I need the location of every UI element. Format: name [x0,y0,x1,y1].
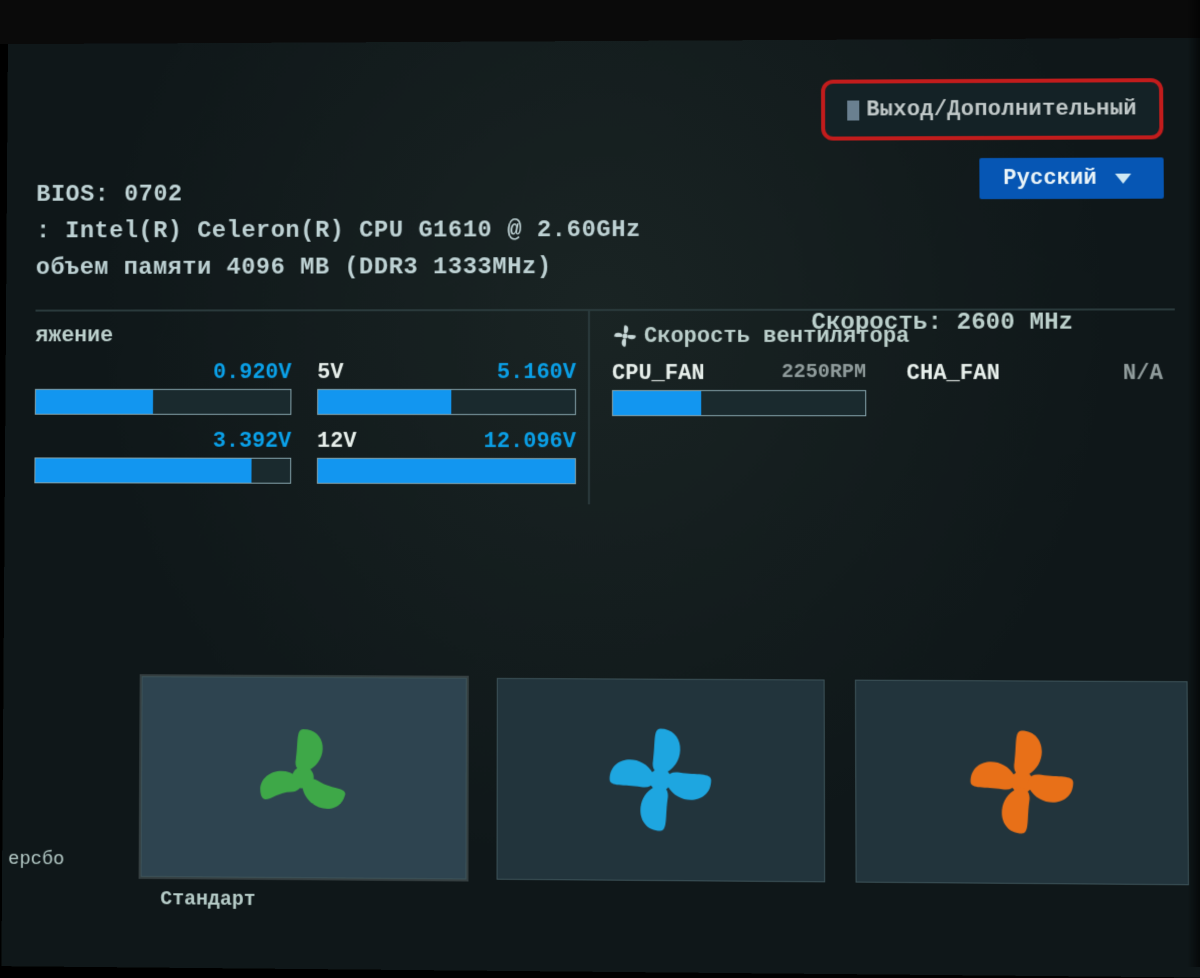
voltage-title: яжение [35,323,576,348]
fan-mode-active-label: Стандарт [160,888,256,912]
exit-button-label: Выход/Дополнительный [866,96,1137,122]
fan-meter: CHA_FAN N/A [906,361,1163,417]
fan-meter: CPU_FAN 2250RPM [612,361,866,416]
fan-mode-blue[interactable] [496,678,825,882]
mode-sidebar-label: ерсбо [2,676,112,877]
fan-mode-orange[interactable] [855,680,1189,886]
language-label: Русский [1003,166,1097,191]
fan-icon-orange [960,721,1083,844]
voltage-value: 12.096V [484,429,576,454]
voltage-panel: яжение 0.920V 5V5.160V 3.392V 12V12.096V [34,311,588,504]
language-selector[interactable]: Русский [979,157,1164,199]
voltage-value: 3.392V [213,429,292,454]
fan-profile-modes: ерсбо [2,676,1200,886]
voltage-meter: 12V12.096V [317,429,576,484]
fan-rpm-value: 2250RPM [781,361,866,386]
memory-info: объем памяти 4096 MB (DDR3 1333MHz) [36,253,1175,282]
cpu-speed: Скорость: 2600 MHz [811,310,1073,337]
voltage-meter: 3.392V [34,429,291,484]
fan-icon-green [243,717,363,838]
fan-icon [612,323,638,349]
voltage-meter: 0.920V [35,360,292,415]
fan-icon-blue [600,719,721,841]
voltage-meter: 5V5.160V [317,360,576,415]
fan-mode-standard[interactable] [141,676,467,879]
exit-advanced-button[interactable]: Выход/Дополнительный [821,78,1164,140]
cpu-model: : Intel(R) Celeron(R) CPU G1610 @ 2.60GH… [36,216,1174,246]
fan-speed-panel: Скорость вентилятора CPU_FAN 2250RPM CHA… [588,310,1176,505]
voltage-value: 0.920V [213,360,291,385]
exit-icon [847,100,859,120]
fan-rpm-value: N/A [1123,361,1163,386]
voltage-value: 5.160V [497,360,576,385]
